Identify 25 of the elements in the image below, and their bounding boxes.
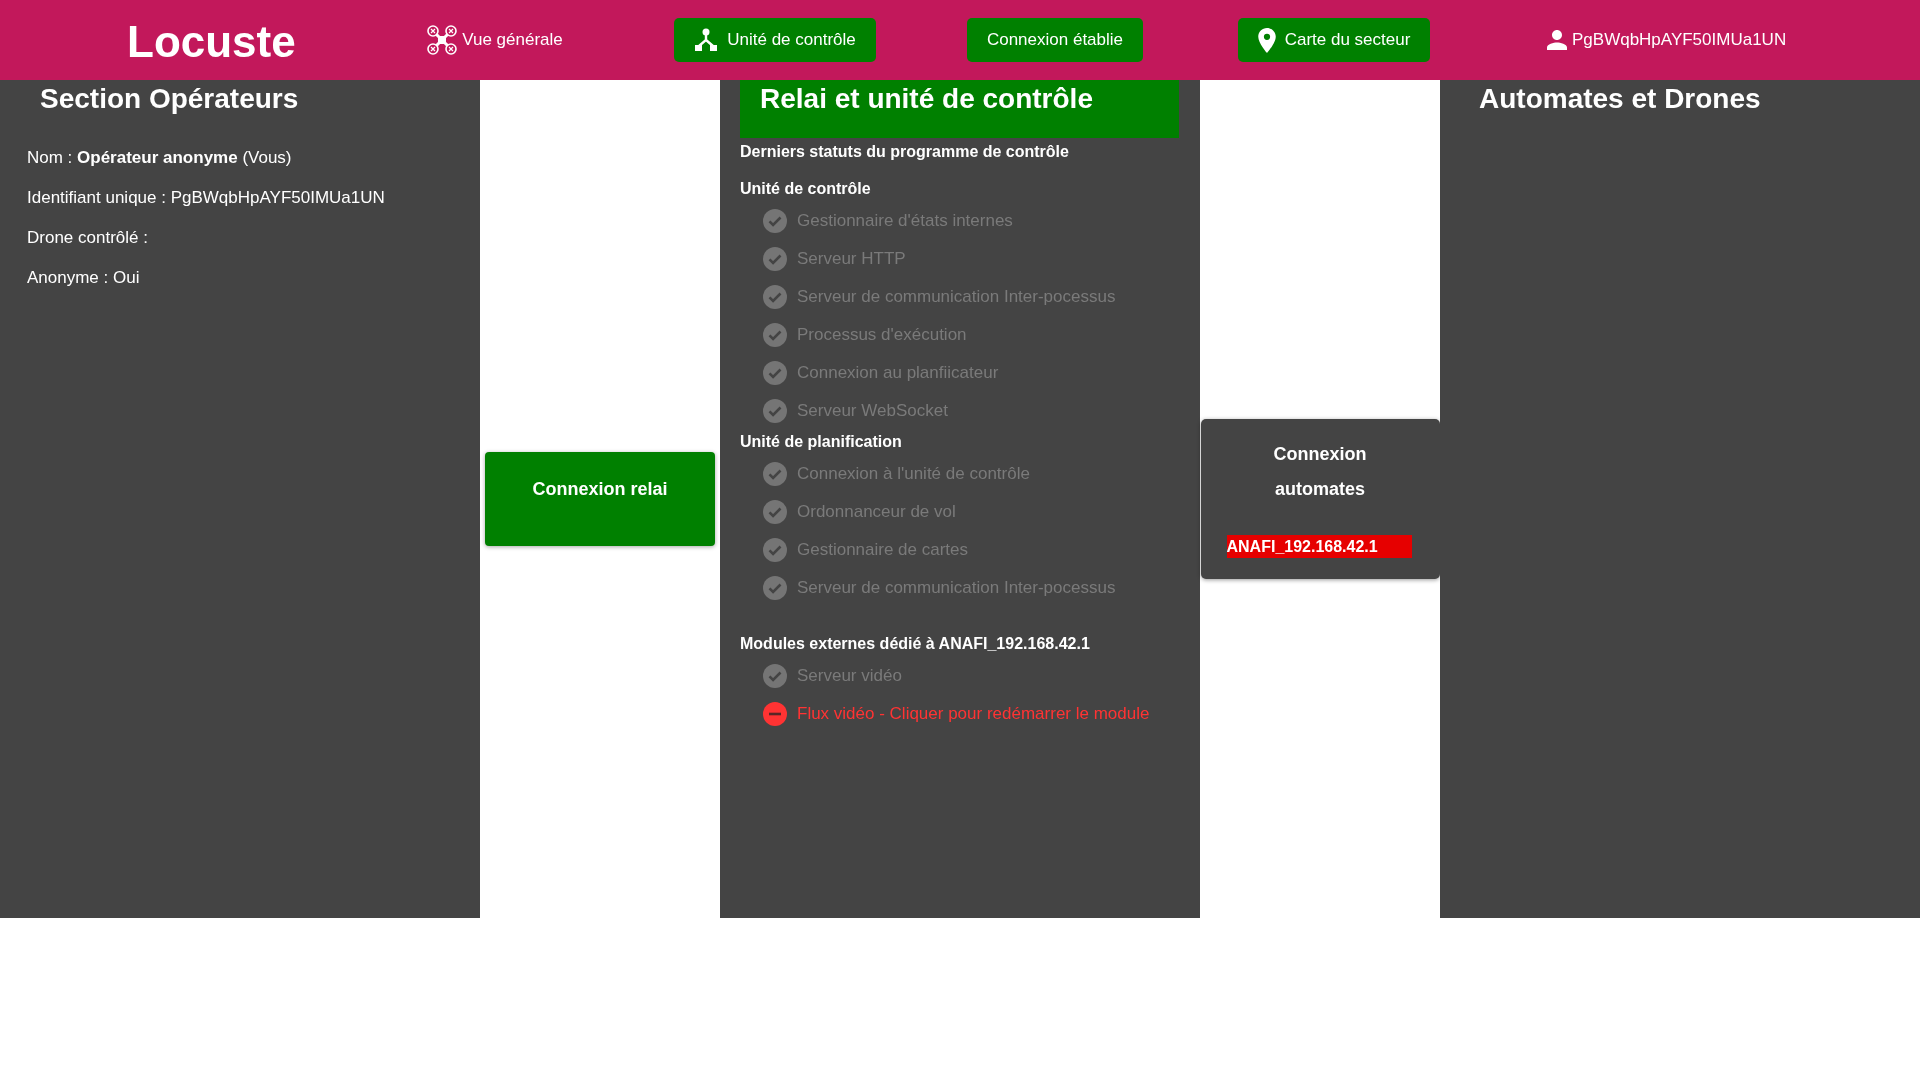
section-heading: Modules externes dédié à ANAFI_192.168.42.1: [740, 634, 1090, 654]
panel-title: Automates et Drones: [1479, 83, 1761, 115]
status-subtitle: Derniers statuts du programme de contrôle: [740, 142, 1069, 162]
relay-connect-button[interactable]: Connexion relai: [485, 452, 715, 546]
section-heading: Unité de planification: [740, 432, 902, 452]
info-line: Drone contrôlé :: [27, 227, 148, 249]
nav-link[interactable]: Vue générale: [427, 18, 563, 62]
panel-title: Relai et unité de contrôle: [740, 80, 1179, 138]
user-icon: [1547, 30, 1567, 50]
network-icon: [694, 28, 719, 52]
info-line: Nom : Opérateur anonyme (Vous): [27, 147, 292, 169]
nav-button[interactable]: Carte du secteur: [1237, 18, 1431, 62]
section-heading: Unité de contrôle: [740, 179, 871, 199]
module-restart-link[interactable]: Flux vidéo - Cliquer pour redémarrer le module: [797, 704, 1150, 724]
card-title: Connexion automates: [1272, 443, 1368, 501]
nav-button[interactable]: Connexion établie: [966, 18, 1144, 62]
panel-title: Section Opérateurs: [40, 83, 299, 115]
nav-button[interactable]: Unité de contrôle: [674, 18, 876, 62]
info-line: Identifiant unique : PgBWqbHpAYF50IMUa1UN: [27, 187, 385, 209]
drone-tag[interactable]: ANAFI_192.168.42.1: [1226, 535, 1412, 558]
app-logo: Locuste: [127, 16, 296, 67]
drone-icon: [427, 25, 458, 55]
map-pin-icon: [1257, 27, 1276, 53]
info-line: Anonyme : Oui: [27, 267, 140, 289]
user-link[interactable]: PgBWqbHpAYF50IMUa1UN: [1547, 30, 1920, 50]
